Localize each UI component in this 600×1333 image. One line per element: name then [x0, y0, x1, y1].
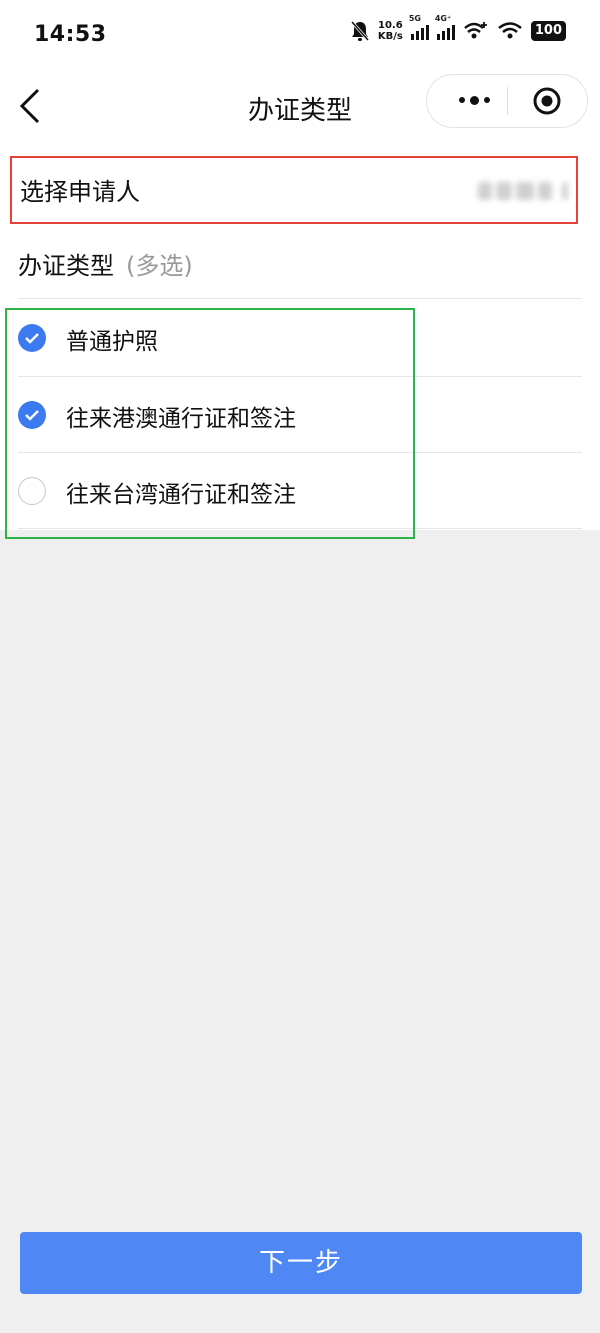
divider: [18, 298, 582, 299]
applicant-value-blurred: [478, 178, 568, 204]
select-applicant-row[interactable]: 选择申请人: [10, 156, 578, 224]
net-speed-unit: KB/s: [377, 31, 403, 42]
checkbox-checked-icon[interactable]: [18, 324, 46, 352]
cert-type-heading: 办证类型 (多选): [18, 246, 193, 281]
mini-program-capsule: [426, 74, 588, 128]
checkbox-unchecked-icon[interactable]: [18, 477, 46, 505]
status-icons: 10.6 KB/s 5G 4G⁺ 100: [350, 14, 566, 42]
nav-header: 办证类型: [0, 72, 600, 140]
signal-5g-icon: 5G: [409, 14, 429, 40]
close-miniprogram-button[interactable]: [533, 87, 561, 115]
status-time: 14:53: [34, 22, 107, 47]
bell-muted-icon: [350, 21, 369, 41]
signal-4g-label: 4G⁺: [434, 14, 452, 23]
wifi-icon: [498, 22, 522, 39]
cert-type-label: 办证类型: [18, 252, 114, 280]
record-target-icon: [533, 87, 561, 115]
form-panel: 选择申请人 办证类型 (多选) 普通护照 往来港澳通行证和签注 往来台湾通行证和签…: [0, 140, 600, 530]
capsule-divider: [507, 87, 508, 115]
signal-5g-label: 5G: [408, 14, 421, 23]
option-label: 普通护照: [66, 329, 158, 355]
net-speed-value: 10.6: [378, 20, 403, 31]
more-dots-icon: [458, 95, 490, 105]
checkbox-checked-icon[interactable]: [18, 401, 46, 429]
more-button[interactable]: [449, 85, 499, 115]
option-label: 往来台湾通行证和签注: [66, 482, 296, 508]
divider: [18, 528, 582, 529]
status-bar: 14:53 10.6 KB/s 5G 4G⁺ 100: [0, 0, 600, 72]
option-ordinary-passport[interactable]: 普通护照: [18, 300, 582, 376]
battery-icon: 100: [530, 21, 566, 41]
multi-select-hint: (多选): [126, 252, 193, 280]
signal-4g-icon: 4G⁺: [435, 14, 455, 40]
option-label: 往来港澳通行证和签注: [66, 406, 296, 432]
option-hk-macau-permit[interactable]: 往来港澳通行证和签注: [18, 377, 582, 453]
net-speed: 10.6 KB/s: [378, 20, 403, 42]
next-button[interactable]: 下一步: [20, 1232, 582, 1294]
wifi-plus-icon: [464, 22, 487, 39]
select-applicant-label: 选择申请人: [20, 178, 140, 206]
option-taiwan-permit[interactable]: 往来台湾通行证和签注: [18, 453, 582, 529]
